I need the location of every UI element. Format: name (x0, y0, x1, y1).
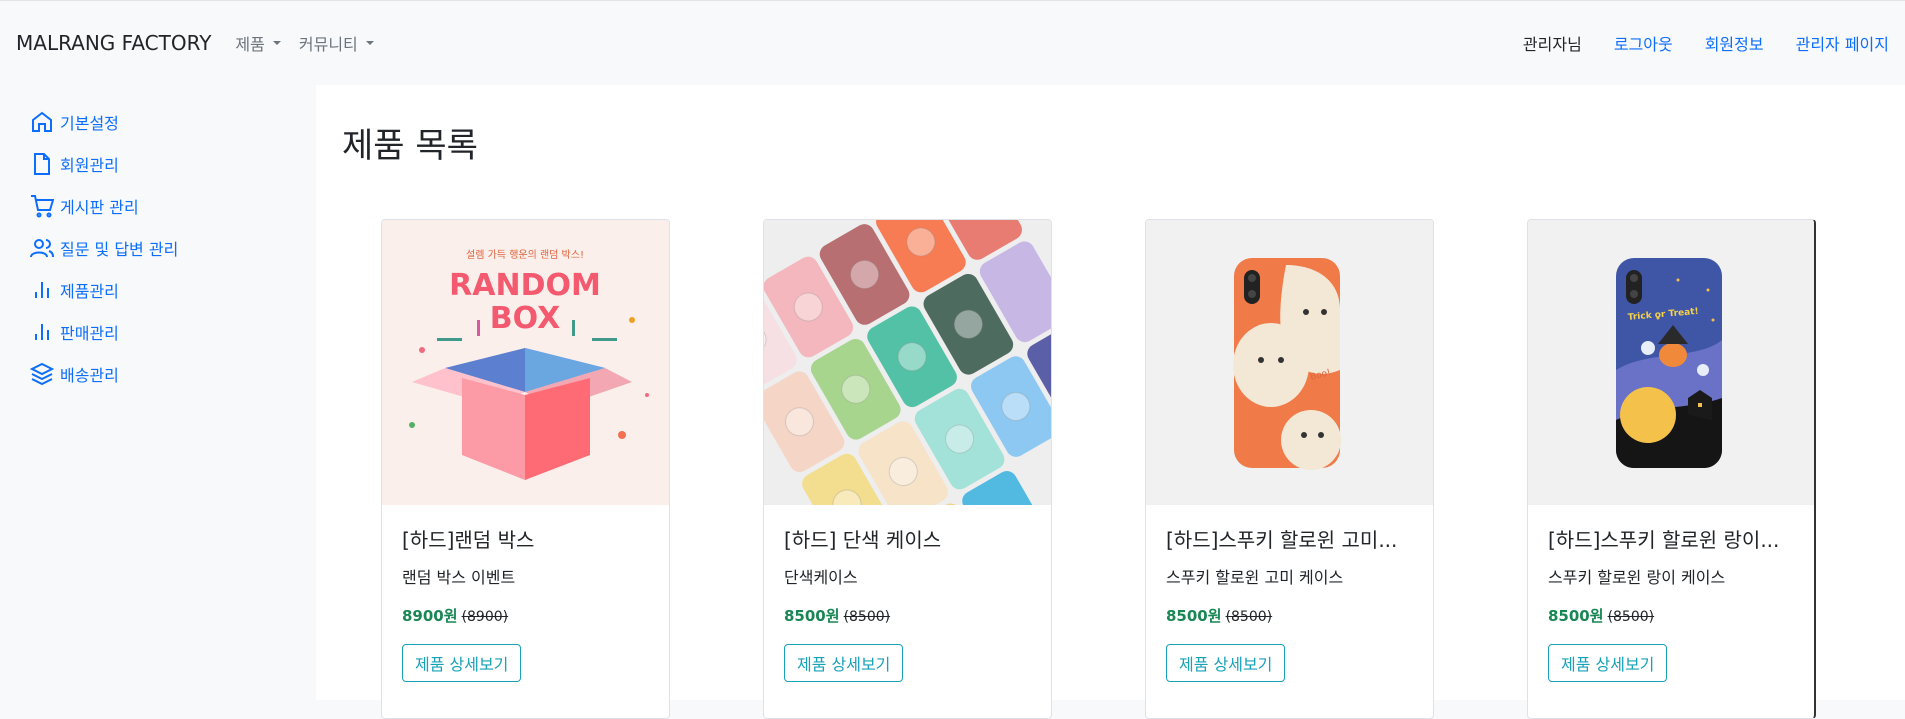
sale-price: 8500원 (784, 607, 840, 625)
sale-price: 8500원 (1548, 607, 1604, 625)
image-big-text-2: BOX (490, 301, 560, 336)
cart-icon (31, 195, 54, 218)
layers-icon (30, 362, 54, 386)
caret-down-icon (365, 41, 374, 45)
sidebar-item-label: 게시판 관리 (60, 198, 139, 217)
product-title[interactable]: [하드]랜덤 박스 (402, 524, 652, 553)
gomi-phone-case-illustration: Boo! (1233, 258, 1341, 470)
solid-cases-illustration (764, 220, 1051, 505)
original-price: (8500) (1607, 609, 1655, 625)
sidebar-item-label: 질문 및 답변 관리 (60, 240, 179, 259)
brand-logo[interactable]: MALRANG FACTORY (16, 31, 211, 55)
product-detail-button[interactable]: 제품 상세보기 (784, 644, 904, 682)
bar-chart-icon (35, 282, 49, 298)
page-title: 제품 목록 (342, 126, 478, 166)
sidebar-item-label: 제품관리 (60, 282, 119, 301)
sidebar-item-label: 기본설정 (60, 114, 119, 133)
product-image[interactable]: Boo! (1146, 220, 1433, 505)
product-description: 스푸키 할로윈 랑이 케이스 (1548, 568, 1726, 587)
sidebar-item-products[interactable]: 제품관리 (30, 278, 119, 302)
product-detail-button[interactable]: 제품 상세보기 (1166, 644, 1286, 682)
original-price: (8900) (461, 609, 509, 625)
top-navbar: MALRANG FACTORY 제품 커뮤니티 관리자님 로그아웃 회원정보 관… (0, 0, 1905, 85)
sidebar-item-label: 배송관리 (60, 366, 119, 385)
member-info-link[interactable]: 회원정보 (1705, 31, 1764, 55)
sidebar-item-basic-settings[interactable]: 기본설정 (30, 110, 119, 134)
sale-price: 8900원 (402, 607, 458, 625)
product-card: 설렘 가득 행운의 랜덤 박스! RANDOM BOX [하드]랜덤 박스 랜덤… (381, 219, 670, 719)
image-top-text: 설렘 가득 행운의 랜덤 박스! (466, 249, 584, 261)
nav-dropdown-products[interactable]: 제품 (235, 31, 281, 55)
product-image[interactable]: 설렘 가득 행운의 랜덤 박스! RANDOM BOX (382, 220, 669, 505)
image-big-text-1: RANDOM (449, 268, 601, 303)
product-image[interactable]: Trick or Treat! (1528, 220, 1814, 505)
sidebar-item-qna[interactable]: 질문 및 답변 관리 (30, 236, 178, 260)
product-title[interactable]: [하드] 단색 케이스 (784, 524, 1034, 553)
logout-link[interactable]: 로그아웃 (1614, 31, 1673, 55)
rangi-phone-case-illustration: Trick or Treat! (1616, 258, 1722, 468)
product-price: 8500원 (8500) (784, 605, 890, 626)
nav-dropdown-label: 커뮤니티 (298, 35, 358, 54)
original-price: (8500) (843, 609, 891, 625)
product-price: 8500원 (8500) (1166, 605, 1272, 626)
nav-right-group: 관리자님 로그아웃 회원정보 관리자 페이지 (1491, 31, 1889, 55)
sale-price: 8500원 (1166, 607, 1222, 625)
product-price: 8500원 (8500) (1548, 605, 1654, 626)
users-icon (30, 239, 54, 258)
sidebar-item-shipping[interactable]: 배송관리 (30, 362, 119, 386)
nav-dropdown-label: 제품 (235, 35, 265, 54)
random-box-illustration: 설렘 가득 행운의 랜덤 박스! RANDOM BOX (409, 249, 649, 480)
product-title[interactable]: [하드]스푸키 할로윈 고미... (1166, 524, 1416, 553)
sidebar-item-sales[interactable]: 판매관리 (30, 320, 119, 344)
product-title[interactable]: [하드]스푸키 할로윈 랑이... (1548, 524, 1798, 553)
original-price: (8500) (1225, 609, 1273, 625)
main-content: 제품 목록 설렘 가득 행운의 랜덤 박스! RANDOM BOX [하드]랜덤… (316, 85, 1905, 719)
home-icon (32, 111, 52, 132)
bar-chart-icon (35, 324, 49, 340)
sidebar: 기본설정 회원관리 게시판 관리 질문 및 답변 관리 제품관리 판매관리 배송… (0, 85, 316, 700)
product-description: 단색케이스 (784, 568, 858, 587)
sidebar-item-members[interactable]: 회원관리 (30, 152, 119, 176)
product-price: 8900원 (8900) (402, 605, 508, 626)
product-description: 랜덤 박스 이벤트 (402, 568, 516, 587)
admin-page-link[interactable]: 관리자 페이지 (1796, 31, 1889, 55)
sidebar-item-label: 회원관리 (60, 156, 119, 175)
nav-dropdown-community[interactable]: 커뮤니티 (299, 31, 374, 55)
product-detail-button[interactable]: 제품 상세보기 (402, 644, 522, 682)
product-card: [하드] 단색 케이스 단색케이스 8500원 (8500) 제품 상세보기 (763, 219, 1052, 719)
caret-down-icon (272, 41, 281, 45)
product-card: Trick or Treat! [하드]스푸키 할로윈 랑이... 스푸키 할로… (1527, 219, 1816, 719)
product-card: Boo! [하드]스푸키 할로윈 고미... 스푸키 할로윈 고미 케이스 85… (1145, 219, 1434, 719)
file-icon (34, 153, 50, 175)
user-greeting: 관리자님 (1522, 35, 1582, 54)
sidebar-item-board[interactable]: 게시판 관리 (30, 194, 139, 218)
product-description: 스푸키 할로윈 고미 케이스 (1166, 568, 1344, 587)
sidebar-item-label: 판매관리 (60, 324, 119, 343)
product-detail-button[interactable]: 제품 상세보기 (1548, 644, 1668, 682)
product-image[interactable] (764, 220, 1051, 505)
